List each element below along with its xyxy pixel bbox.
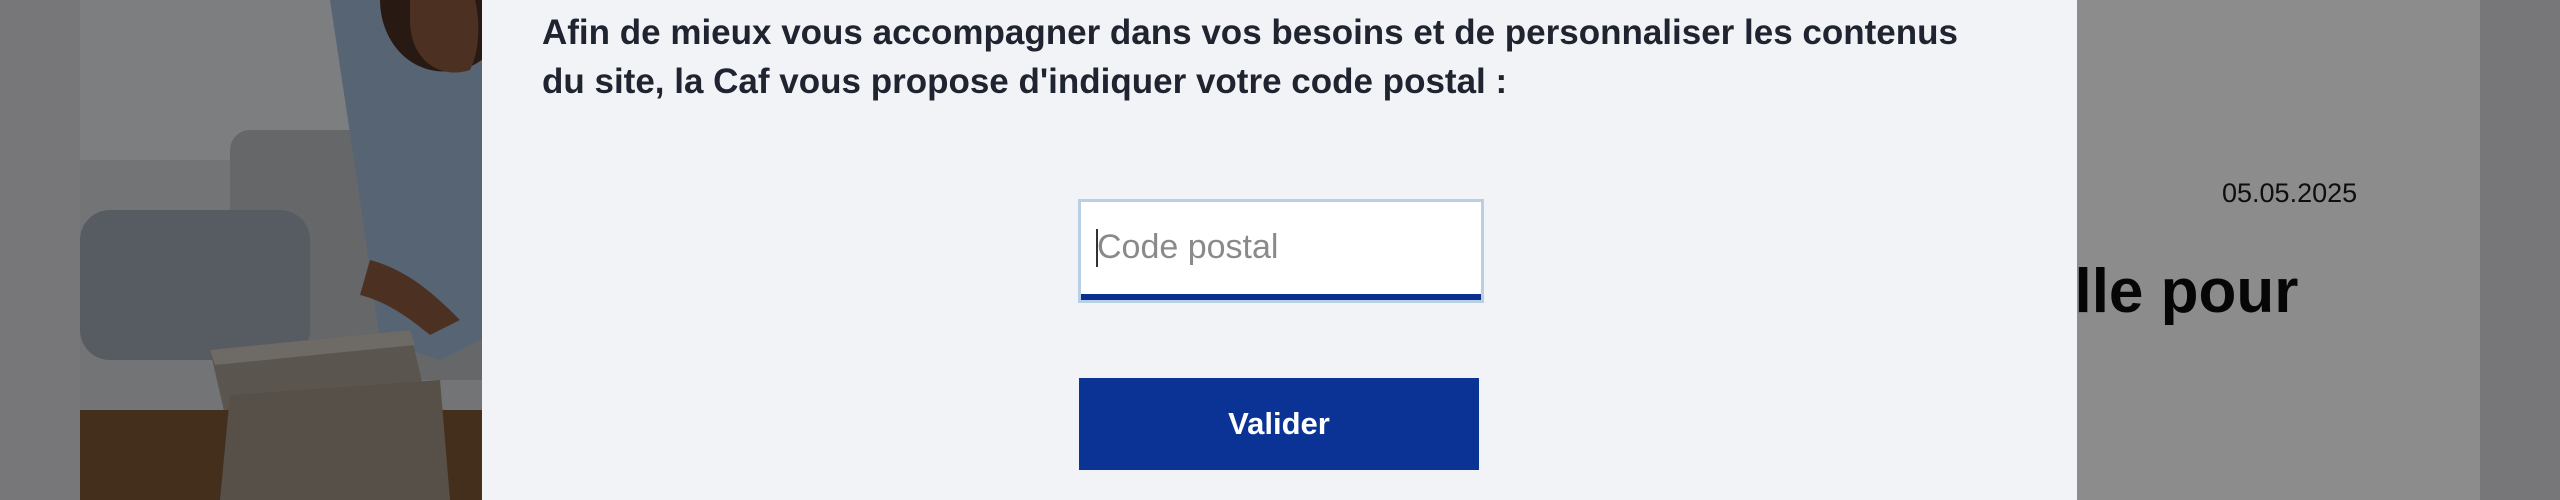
- text-caret: [1096, 229, 1098, 267]
- postal-code-field: [1078, 199, 1484, 303]
- postal-code-input[interactable]: [1081, 202, 1481, 292]
- input-underline: [1081, 294, 1481, 300]
- postal-code-modal: Afin de mieux vous accompagner dans vos …: [482, 0, 2077, 500]
- modal-message: Afin de mieux vous accompagner dans vos …: [542, 13, 1958, 101]
- submit-button[interactable]: Valider: [1079, 378, 1479, 470]
